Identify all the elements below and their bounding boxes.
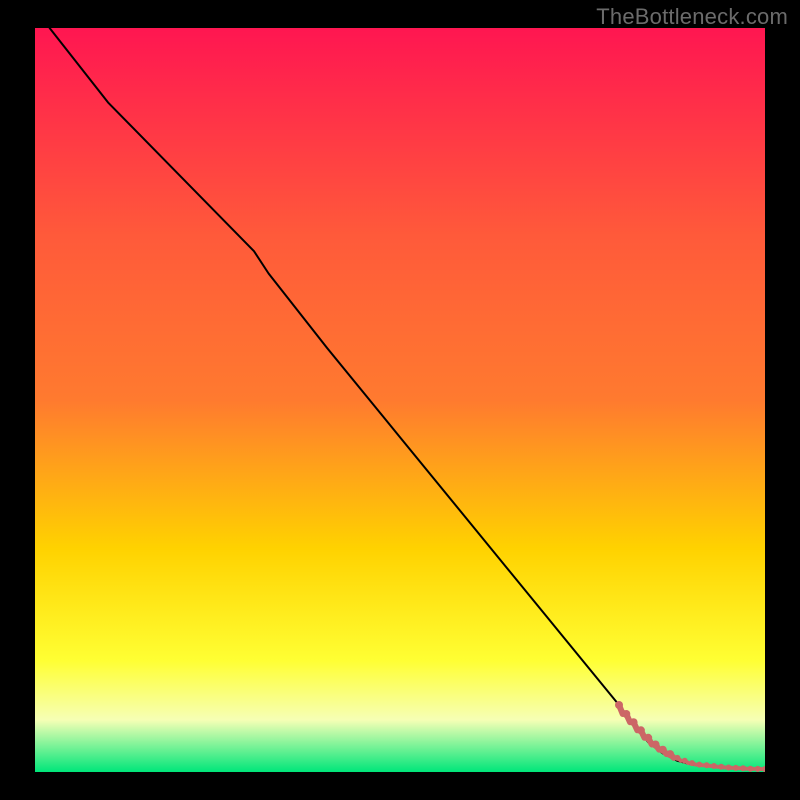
- marker-dot: [740, 765, 746, 771]
- plot-area: [35, 28, 765, 772]
- marker-dot: [726, 765, 732, 771]
- marker-dot: [615, 701, 623, 709]
- marker-dot: [682, 758, 688, 764]
- marker-dot: [733, 765, 739, 771]
- marker-dot: [666, 750, 674, 758]
- marker-dot: [630, 718, 638, 726]
- marker-dot: [674, 755, 680, 761]
- marker-dot: [689, 760, 695, 766]
- marker-dot: [704, 762, 710, 768]
- marker-dot: [652, 741, 660, 749]
- marker-dot: [747, 766, 753, 772]
- marker-dot: [755, 766, 761, 772]
- marker-dot: [622, 710, 630, 718]
- chart-frame: TheBottleneck.com: [0, 0, 800, 800]
- chart-svg: [35, 28, 765, 772]
- marker-dot: [711, 763, 717, 769]
- marker-dot: [659, 746, 667, 754]
- marker-dot: [644, 734, 652, 742]
- marker-dot: [696, 762, 702, 768]
- marker-dot: [637, 726, 645, 734]
- marker-dot: [718, 764, 724, 770]
- watermark-text: TheBottleneck.com: [596, 4, 788, 30]
